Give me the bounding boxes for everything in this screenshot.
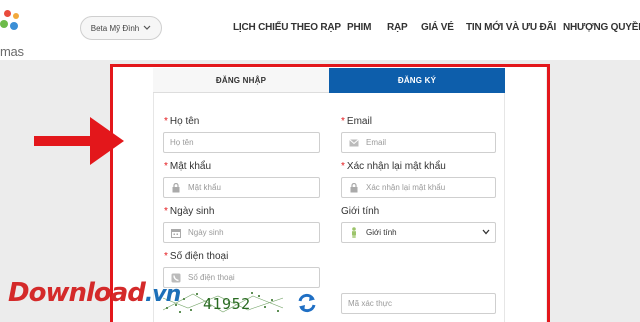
arrow-right-icon (30, 113, 126, 169)
logo-dot (0, 20, 8, 28)
watermark: Download.vn (8, 278, 181, 308)
nav-item-franchise[interactable]: NHƯỢNG QUYỀN (563, 22, 640, 33)
nav-item-showtimes[interactable]: LỊCH CHIẾU THEO RẠP (233, 22, 341, 33)
cinema-select-value: Beta Mỹ Đình (90, 23, 140, 33)
watermark-main: Download (8, 278, 146, 308)
nav-item-cinemas[interactable]: RẠP (387, 22, 408, 33)
logo-dot (10, 22, 18, 30)
watermark-suffix: .vn (144, 282, 181, 307)
cinema-select[interactable]: Beta Mỹ Đình (80, 16, 162, 40)
logo[interactable]: mas (0, 10, 28, 59)
logo-text: mas (0, 44, 24, 59)
nav-item-prices[interactable]: GIÁ VÉ (421, 22, 454, 33)
top-navigation-bar: mas Beta Mỹ Đình LỊCH CHIẾU THEO RẠP PHI… (0, 0, 640, 60)
logo-dot (4, 10, 11, 17)
nav-item-news[interactable]: TIN MỚI VÀ ƯU ĐÃI (466, 22, 556, 33)
logo-dot (13, 13, 19, 19)
chevron-down-icon (143, 24, 151, 33)
nav-item-movies[interactable]: PHIM (347, 22, 371, 33)
